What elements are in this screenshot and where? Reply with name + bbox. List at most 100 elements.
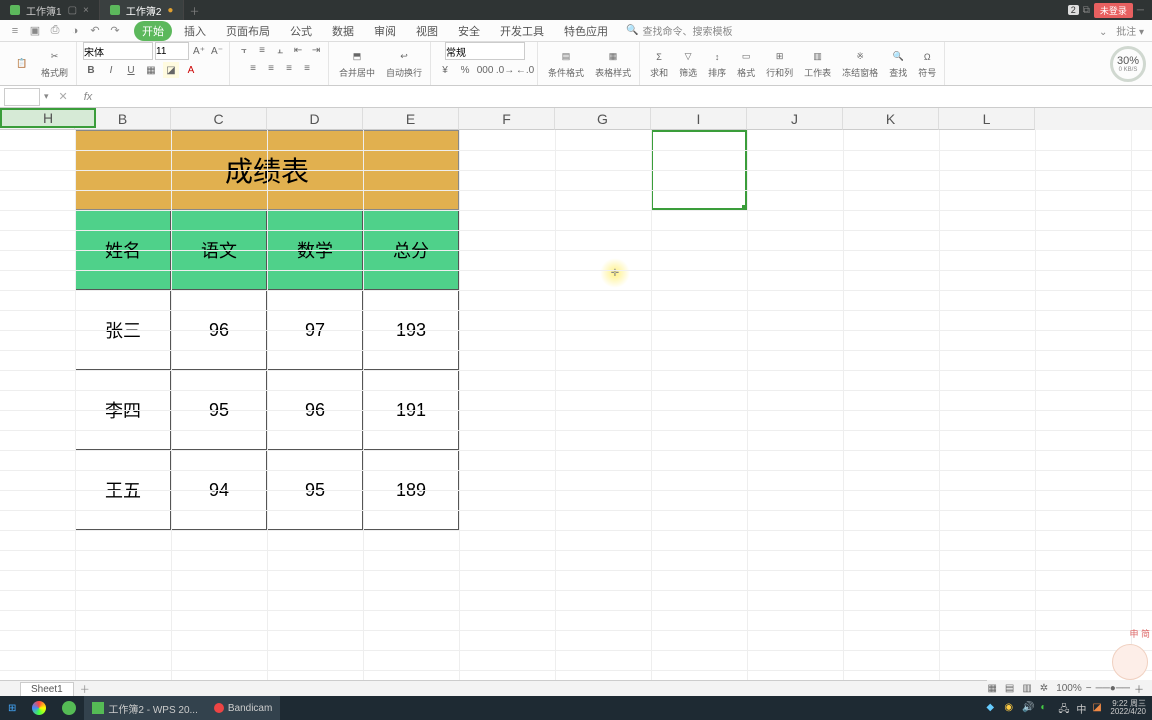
currency-icon[interactable]: ¥ (437, 62, 453, 78)
view-page-icon[interactable]: ▤ (1005, 683, 1014, 694)
align-bot-icon[interactable]: ⫠ (272, 42, 288, 58)
col-header[interactable]: L (939, 108, 1035, 130)
increase-font-icon[interactable]: A⁺ (191, 43, 207, 59)
tray-icon[interactable]: ◐ (1040, 702, 1052, 714)
side-toggle[interactable]: 申 简 (1129, 627, 1150, 640)
comma-icon[interactable]: 000 (477, 62, 493, 78)
spreadsheet-grid[interactable]: ABCDEFGHIJKL ✛ 成绩表 姓名 语文 数学 总分 张三 96 97 … (0, 108, 1152, 680)
undo-icon[interactable]: ↶ (88, 24, 102, 38)
col-header[interactable]: I (651, 108, 747, 130)
window-min-icon[interactable]: ─ (1137, 5, 1144, 16)
cells-area[interactable]: ✛ 成绩表 姓名 语文 数学 总分 张三 96 97 193 李四 95 96 … (0, 130, 1152, 680)
close-icon[interactable]: × (83, 5, 89, 16)
percent-icon[interactable]: % (457, 62, 473, 78)
freeze-icon[interactable]: ※ (852, 49, 868, 65)
view-break-icon[interactable]: ▥ (1022, 683, 1031, 694)
find-icon[interactable]: 🔍 (890, 49, 906, 65)
ribbon-tab-special[interactable]: 特色应用 (556, 21, 616, 41)
align-center-icon[interactable]: ≡ (263, 60, 279, 76)
sum-icon[interactable]: Σ (651, 49, 667, 65)
taskbar-app[interactable]: 工作簿2 - WPS 20... (84, 696, 205, 720)
new-tab-button[interactable]: ＋ (184, 3, 204, 18)
taskbar-app[interactable]: Bandicam (206, 696, 280, 720)
print-icon[interactable]: ⎙ (48, 24, 62, 38)
wrap-icon[interactable]: ↩ (396, 49, 412, 65)
ribbon-search[interactable]: 🔍 查找命令、搜索模板 (626, 23, 732, 38)
cloud-icon[interactable]: ⧉ (1083, 5, 1090, 16)
login-button[interactable]: 未登录 (1094, 3, 1133, 18)
font-name-select[interactable] (83, 42, 153, 60)
col-header[interactable]: G (555, 108, 651, 130)
merge-icon[interactable]: ⬒ (349, 49, 365, 65)
fill-color-icon[interactable]: ◪ (163, 62, 179, 78)
ribbon-tab-formula[interactable]: 公式 (282, 21, 320, 41)
dec-inc-icon[interactable]: .0→ (497, 62, 513, 78)
taskbar-app[interactable] (54, 696, 84, 720)
name-box[interactable] (4, 88, 40, 106)
ribbon-tab-dev[interactable]: 开发工具 (492, 21, 552, 41)
taskbar-clock[interactable]: 9:22 周三 2022/4/20 (1110, 700, 1146, 716)
dec-dec-icon[interactable]: ←.0 (517, 62, 533, 78)
cond-format-icon[interactable]: ▤ (558, 49, 574, 65)
font-size-select[interactable] (155, 42, 189, 60)
chevron-down-icon[interactable]: ▾ (1139, 27, 1144, 38)
underline-icon[interactable]: U (123, 62, 139, 78)
save-icon[interactable]: ▣ (28, 24, 42, 38)
collapse-ribbon-icon[interactable]: ⌄ (1099, 27, 1107, 38)
col-header[interactable]: D (267, 108, 363, 130)
sheet-icon[interactable]: ▥ (810, 49, 826, 65)
view-normal-icon[interactable]: ▦ (987, 683, 996, 694)
paste-icon[interactable]: 📋 (14, 56, 30, 72)
col-header[interactable]: J (747, 108, 843, 130)
preview-icon[interactable]: ◑ (68, 24, 82, 38)
col-header[interactable]: F (459, 108, 555, 130)
col-header[interactable]: H (0, 108, 96, 128)
align-top-icon[interactable]: ⫟ (236, 42, 252, 58)
window-tab[interactable]: 工作簿1 ▢ × (0, 0, 100, 20)
indent-inc-icon[interactable]: ⇥ (308, 42, 324, 58)
redo-icon[interactable]: ↷ (108, 24, 122, 38)
ribbon-tab-home[interactable]: 开始 (134, 21, 172, 41)
sheet-tab[interactable]: Sheet1 (20, 682, 74, 696)
start-button[interactable]: ⊞ (0, 696, 24, 720)
col-header[interactable]: K (843, 108, 939, 130)
add-sheet-button[interactable]: ＋ (74, 681, 96, 696)
ribbon-tab-view[interactable]: 视图 (408, 21, 446, 41)
ribbon-tab-data[interactable]: 数据 (324, 21, 362, 41)
tray-ime[interactable]: 中 (1076, 701, 1086, 716)
sort-icon[interactable]: ↕ (709, 49, 725, 65)
zoom-slider[interactable]: ──●── (1096, 683, 1130, 694)
rowcol-icon[interactable]: ⊞ (772, 49, 788, 65)
tray-icon[interactable]: ◆ (986, 702, 998, 714)
col-header[interactable]: E (363, 108, 459, 130)
align-right-icon[interactable]: ≡ (281, 60, 297, 76)
annotate-button[interactable]: 批注 (1116, 27, 1136, 38)
cut-icon[interactable]: ✂ (47, 49, 63, 65)
zoom-out-icon[interactable]: − (1086, 683, 1092, 694)
window-tab[interactable]: 工作簿2 ● (100, 0, 185, 20)
taskbar-app[interactable] (24, 696, 54, 720)
tray-icon[interactable]: ◉ (1004, 702, 1016, 714)
tray-network-icon[interactable]: 🖧 (1058, 702, 1070, 714)
tab-restore-icon[interactable]: ▢ (68, 5, 77, 16)
tray-volume-icon[interactable]: 🔊 (1022, 702, 1034, 714)
bold-icon[interactable]: B (83, 62, 99, 78)
align-mid-icon[interactable]: ≡ (254, 42, 270, 58)
format-painter-label[interactable]: 格式刷 (41, 66, 68, 79)
ribbon-tab-security[interactable]: 安全 (450, 21, 488, 41)
menu-icon[interactable]: ≡ (8, 24, 22, 38)
indent-dec-icon[interactable]: ⇤ (290, 42, 306, 58)
italic-icon[interactable]: I (103, 62, 119, 78)
symbol-icon[interactable]: Ω (919, 49, 935, 65)
ribbon-tab-insert[interactable]: 插入 (176, 21, 214, 41)
filter-icon[interactable]: ▽ (680, 49, 696, 65)
view-settings-icon[interactable]: ✲ (1040, 683, 1048, 694)
zoom-in-icon[interactable]: ＋ (1134, 681, 1144, 696)
col-header[interactable]: C (171, 108, 267, 130)
fx-cancel-icon[interactable]: ✕ (49, 90, 78, 103)
border-icon[interactable]: ▦ (143, 62, 159, 78)
notif-badge[interactable]: 2 (1068, 5, 1079, 15)
ribbon-tab-layout[interactable]: 页面布局 (218, 21, 278, 41)
fx-label[interactable]: fx (78, 91, 99, 103)
format-icon[interactable]: ▭ (738, 49, 754, 65)
